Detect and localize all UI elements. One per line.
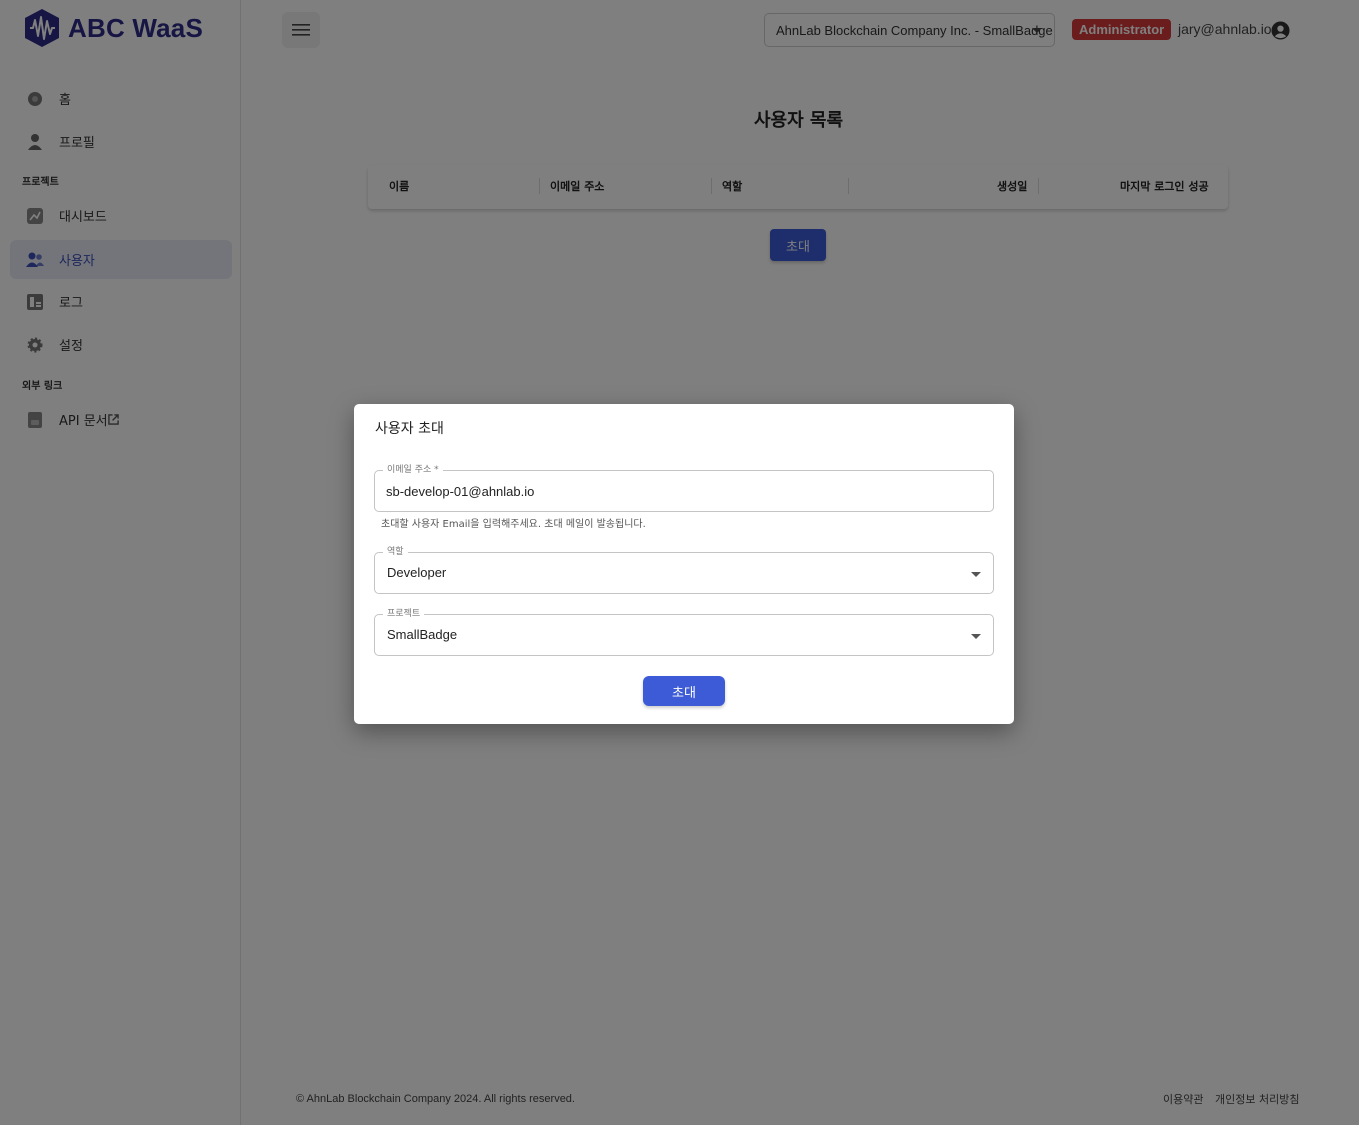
invite-user-dialog: 사용자 초대 이메일 주소 * 초대할 사용자 Email을 입력해주세요. 초… (354, 404, 1014, 724)
invite-submit-button[interactable]: 초대 (643, 676, 725, 706)
role-select[interactable]: 역할 Developer (374, 545, 994, 594)
project-select[interactable]: 프로젝트 SmallBadge (374, 607, 994, 656)
project-select-value: SmallBadge (387, 627, 458, 642)
email-field[interactable]: 이메일 주소 * (374, 463, 994, 512)
dialog-title: 사용자 초대 (375, 421, 444, 437)
chevron-down-icon (971, 634, 981, 639)
chevron-down-icon (971, 572, 981, 577)
role-select-label: 역할 (383, 545, 408, 559)
email-input[interactable] (386, 480, 976, 502)
email-field-label: 이메일 주소 * (383, 463, 443, 477)
project-select-label: 프로젝트 (383, 607, 425, 621)
role-select-value: Developer (387, 565, 447, 580)
email-helper-text: 초대할 사용자 Email을 입력해주세요. 초대 메일이 발송됩니다. (381, 519, 646, 530)
